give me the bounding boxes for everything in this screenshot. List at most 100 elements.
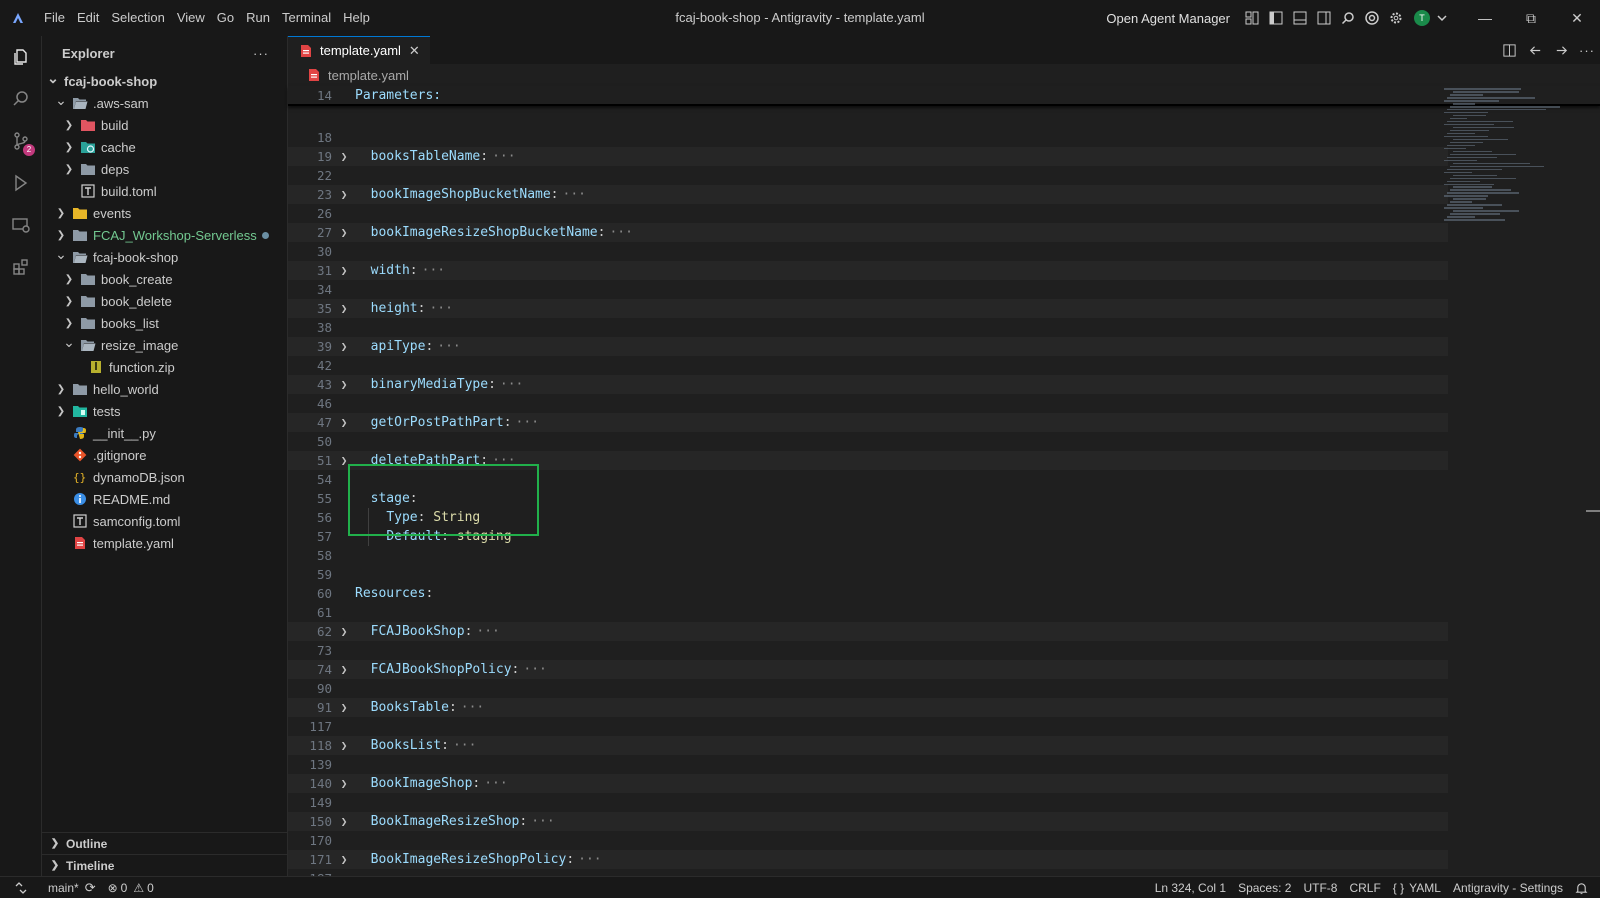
fold-chevron-icon[interactable]: ❯ — [333, 701, 355, 714]
tab-template-yaml[interactable]: template.yaml ✕ — [288, 36, 430, 64]
toggle-secondary-sidebar-icon[interactable] — [1312, 6, 1336, 30]
code-line[interactable]: 58 — [288, 546, 1448, 565]
folded-ellipsis[interactable]: ··· — [492, 149, 515, 164]
gear-icon[interactable] — [1384, 6, 1408, 30]
fold-chevron-icon[interactable]: ❯ — [333, 815, 355, 828]
code-line[interactable]: 35 ❯ height: ··· — [288, 299, 1448, 318]
code-line[interactable]: 62 ❯ FCAJBookShop: ··· — [288, 622, 1448, 641]
toggle-panel-icon[interactable] — [1288, 6, 1312, 30]
code-line[interactable]: 90 — [288, 679, 1448, 698]
code-line[interactable]: 22 — [288, 166, 1448, 185]
code-line[interactable]: 91 ❯ BooksTable: ··· — [288, 698, 1448, 717]
tree-folder[interactable]: ❯ hello_world — [42, 378, 287, 400]
fold-chevron-icon[interactable]: ❯ — [333, 378, 355, 391]
go-back-icon[interactable] — [1522, 37, 1548, 63]
code-line[interactable]: 42 — [288, 356, 1448, 375]
customize-layout-icon[interactable] — [1240, 6, 1264, 30]
code-line[interactable]: 26 — [288, 204, 1448, 223]
menu-selection[interactable]: Selection — [105, 6, 170, 30]
fold-chevron-icon[interactable]: ❯ — [333, 226, 355, 239]
go-forward-icon[interactable] — [1548, 37, 1574, 63]
code-line[interactable]: 19 ❯ booksTableName: ··· — [288, 147, 1448, 166]
source-control-icon[interactable]: 2 — [0, 120, 42, 162]
code-line[interactable]: 30 — [288, 242, 1448, 261]
sync-icon[interactable]: ⟳ — [85, 880, 96, 896]
tree-folder[interactable]: ❯ build — [42, 114, 287, 136]
fold-chevron-icon[interactable]: ❯ — [333, 302, 355, 315]
code-line[interactable]: 171 ❯ BookImageResizeShopPolicy: ··· — [288, 850, 1448, 869]
code-line[interactable]: 73 — [288, 641, 1448, 660]
folded-ellipsis[interactable]: ··· — [492, 453, 515, 468]
tree-file[interactable]: __init__.py — [42, 422, 287, 444]
tree-file[interactable]: .gitignore — [42, 444, 287, 466]
cursor-position[interactable]: Ln 324, Col 1 — [1149, 877, 1232, 898]
toggle-primary-sidebar-icon[interactable] — [1264, 6, 1288, 30]
code-line[interactable]: 74 ❯ FCAJBookShopPolicy: ··· — [288, 660, 1448, 679]
menu-run[interactable]: Run — [240, 6, 276, 30]
menu-help[interactable]: Help — [337, 6, 376, 30]
folded-ellipsis[interactable]: ··· — [484, 776, 507, 791]
code-line[interactable]: 149 — [288, 793, 1448, 812]
problems-indicator[interactable]: ⊗ 0 ⚠ 0 — [102, 877, 160, 898]
folded-ellipsis[interactable]: ··· — [476, 624, 499, 639]
minimize-button[interactable]: — — [1462, 0, 1508, 36]
menu-edit[interactable]: Edit — [71, 6, 105, 30]
search-icon[interactable] — [0, 78, 42, 120]
folded-ellipsis[interactable]: ··· — [500, 377, 523, 392]
folded-ellipsis[interactable]: ··· — [578, 852, 601, 867]
tree-folder[interactable]: ⌄ resize_image — [42, 334, 287, 356]
code-view[interactable]: 18 19 ❯ booksTableName: ··· 22 23 ❯ bookImageS… — [288, 128, 1448, 898]
split-editor-icon[interactable] — [1496, 37, 1522, 63]
explorer-icon[interactable] — [0, 36, 42, 78]
fold-chevron-icon[interactable]: ❯ — [333, 454, 355, 467]
fold-chevron-icon[interactable]: ❯ — [333, 416, 355, 429]
code-line[interactable]: 140 ❯ BookImageShop: ··· — [288, 774, 1448, 793]
minimap[interactable] — [1444, 88, 1560, 868]
fold-chevron-icon[interactable]: ❯ — [333, 625, 355, 638]
remote-indicator-icon[interactable] — [0, 877, 42, 898]
tree-file[interactable]: {} dynamoDB.json — [42, 466, 287, 488]
folded-ellipsis[interactable]: ··· — [531, 814, 554, 829]
tree-folder[interactable]: ⌄ .aws-sam — [42, 92, 287, 114]
tree-folder[interactable]: ❯ book_delete — [42, 290, 287, 312]
tree-file[interactable]: build.toml — [42, 180, 287, 202]
end-of-line[interactable]: CRLF — [1343, 877, 1386, 898]
code-line[interactable]: 59 — [288, 565, 1448, 584]
menu-go[interactable]: Go — [211, 6, 240, 30]
code-line[interactable]: 39 ❯ apiType: ··· — [288, 337, 1448, 356]
fold-chevron-icon[interactable]: ❯ — [333, 264, 355, 277]
menu-file[interactable]: File — [38, 6, 71, 30]
code-line[interactable]: 55 stage: — [288, 489, 1448, 508]
fold-chevron-icon[interactable]: ❯ — [333, 188, 355, 201]
folded-ellipsis[interactable]: ··· — [523, 662, 546, 677]
open-agent-manager-button[interactable]: Open Agent Manager — [1106, 11, 1230, 26]
close-tab-icon[interactable]: ✕ — [409, 43, 420, 59]
code-line[interactable]: 56 Type: String — [288, 508, 1448, 527]
code-line[interactable]: 46 — [288, 394, 1448, 413]
tree-folder[interactable]: ❯ deps — [42, 158, 287, 180]
code-line[interactable]: 31 ❯ width: ··· — [288, 261, 1448, 280]
folded-ellipsis[interactable]: ··· — [461, 700, 484, 715]
run-debug-icon[interactable] — [0, 162, 42, 204]
tree-folder[interactable]: ❯ cache — [42, 136, 287, 158]
tree-file[interactable]: samconfig.toml — [42, 510, 287, 532]
branch-indicator[interactable]: main* ⟳ — [42, 877, 102, 898]
browser-icon[interactable] — [1360, 6, 1384, 30]
more-actions-icon[interactable]: ··· — [253, 46, 269, 61]
folded-ellipsis[interactable]: ··· — [609, 225, 632, 240]
tree-file[interactable]: function.zip — [42, 356, 287, 378]
folded-ellipsis[interactable]: ··· — [453, 738, 476, 753]
code-line[interactable]: 27 ❯ bookImageResizeShopBucketName: ··· — [288, 223, 1448, 242]
encoding[interactable]: UTF-8 — [1297, 877, 1343, 898]
tree-folder[interactable]: ❯ events — [42, 202, 287, 224]
code-line[interactable]: 118 ❯ BooksList: ··· — [288, 736, 1448, 755]
bell-icon[interactable] — [1569, 877, 1600, 898]
breadcrumb-file[interactable]: template.yaml — [328, 68, 409, 83]
code-line[interactable]: 61 — [288, 603, 1448, 622]
code-line[interactable]: 23 ❯ bookImageShopBucketName: ··· — [288, 185, 1448, 204]
code-line[interactable]: 38 — [288, 318, 1448, 337]
more-actions-icon[interactable]: ··· — [1574, 37, 1600, 63]
fold-chevron-icon[interactable]: ❯ — [333, 777, 355, 790]
scrollbar-cursor-marker[interactable] — [1586, 510, 1600, 512]
code-line[interactable]: 170 — [288, 831, 1448, 850]
